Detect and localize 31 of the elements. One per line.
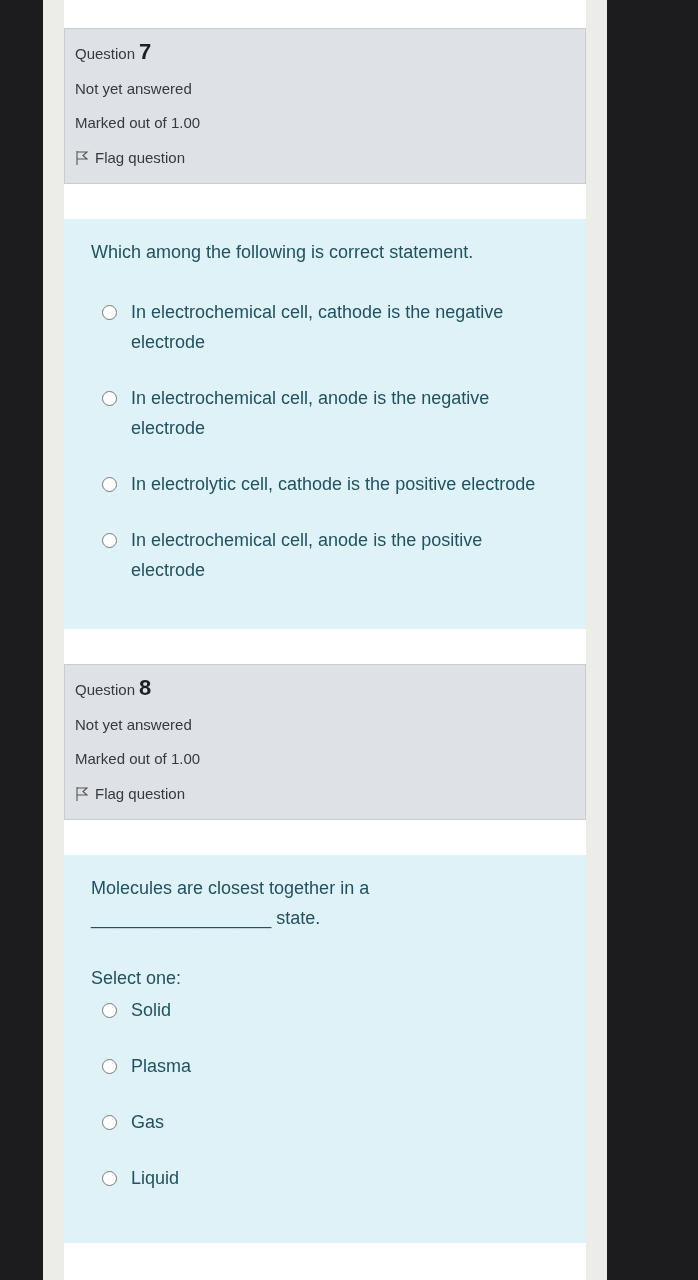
question-label: Question	[75, 680, 136, 700]
marks-text: Marked out of 1.00	[75, 749, 202, 769]
status-text: Not yet answered	[75, 714, 193, 735]
radio-button[interactable]	[102, 1115, 117, 1130]
option-label[interactable]: Liquid	[131, 1163, 180, 1193]
radio-button[interactable]	[102, 1171, 117, 1186]
flag-icon	[75, 785, 89, 802]
radio-button[interactable]	[102, 305, 117, 320]
radio-button[interactable]	[102, 533, 117, 548]
option-label[interactable]: Gas	[131, 1107, 164, 1137]
option-label[interactable]: In electrochemical cell, cathode is the negative electrode	[131, 297, 546, 357]
flag-icon	[75, 149, 89, 166]
question-number: 7	[139, 41, 152, 63]
radio-button[interactable]	[102, 1003, 117, 1018]
question-label: Question	[75, 44, 136, 64]
option-label[interactable]: Plasma	[131, 1051, 192, 1081]
flag-question-link[interactable]: Flag question	[75, 146, 575, 169]
prompt-text: Select one:	[91, 967, 183, 990]
status-text: Not yet answered	[75, 78, 193, 99]
flag-question-link[interactable]: Flag question	[75, 782, 575, 805]
radio-button[interactable]	[102, 391, 117, 406]
radio-button[interactable]	[102, 477, 117, 492]
option-label[interactable]: In electrochemical cell, anode is the positive electrode	[131, 525, 546, 585]
question-text: Molecules are closest together in a __________________ state.	[91, 877, 371, 931]
option-label[interactable]: In electrochemical cell, anode is the negative electrode	[131, 383, 546, 443]
option-label[interactable]: In electrolytic cell, cathode is the positive electrode	[131, 469, 536, 499]
question-number: 8	[139, 677, 152, 699]
question-text: Which among the following is correct statement.	[91, 241, 475, 264]
marks-text: Marked out of 1.00	[75, 113, 202, 133]
option-label[interactable]: Solid	[131, 995, 172, 1025]
radio-button[interactable]	[102, 1059, 117, 1074]
